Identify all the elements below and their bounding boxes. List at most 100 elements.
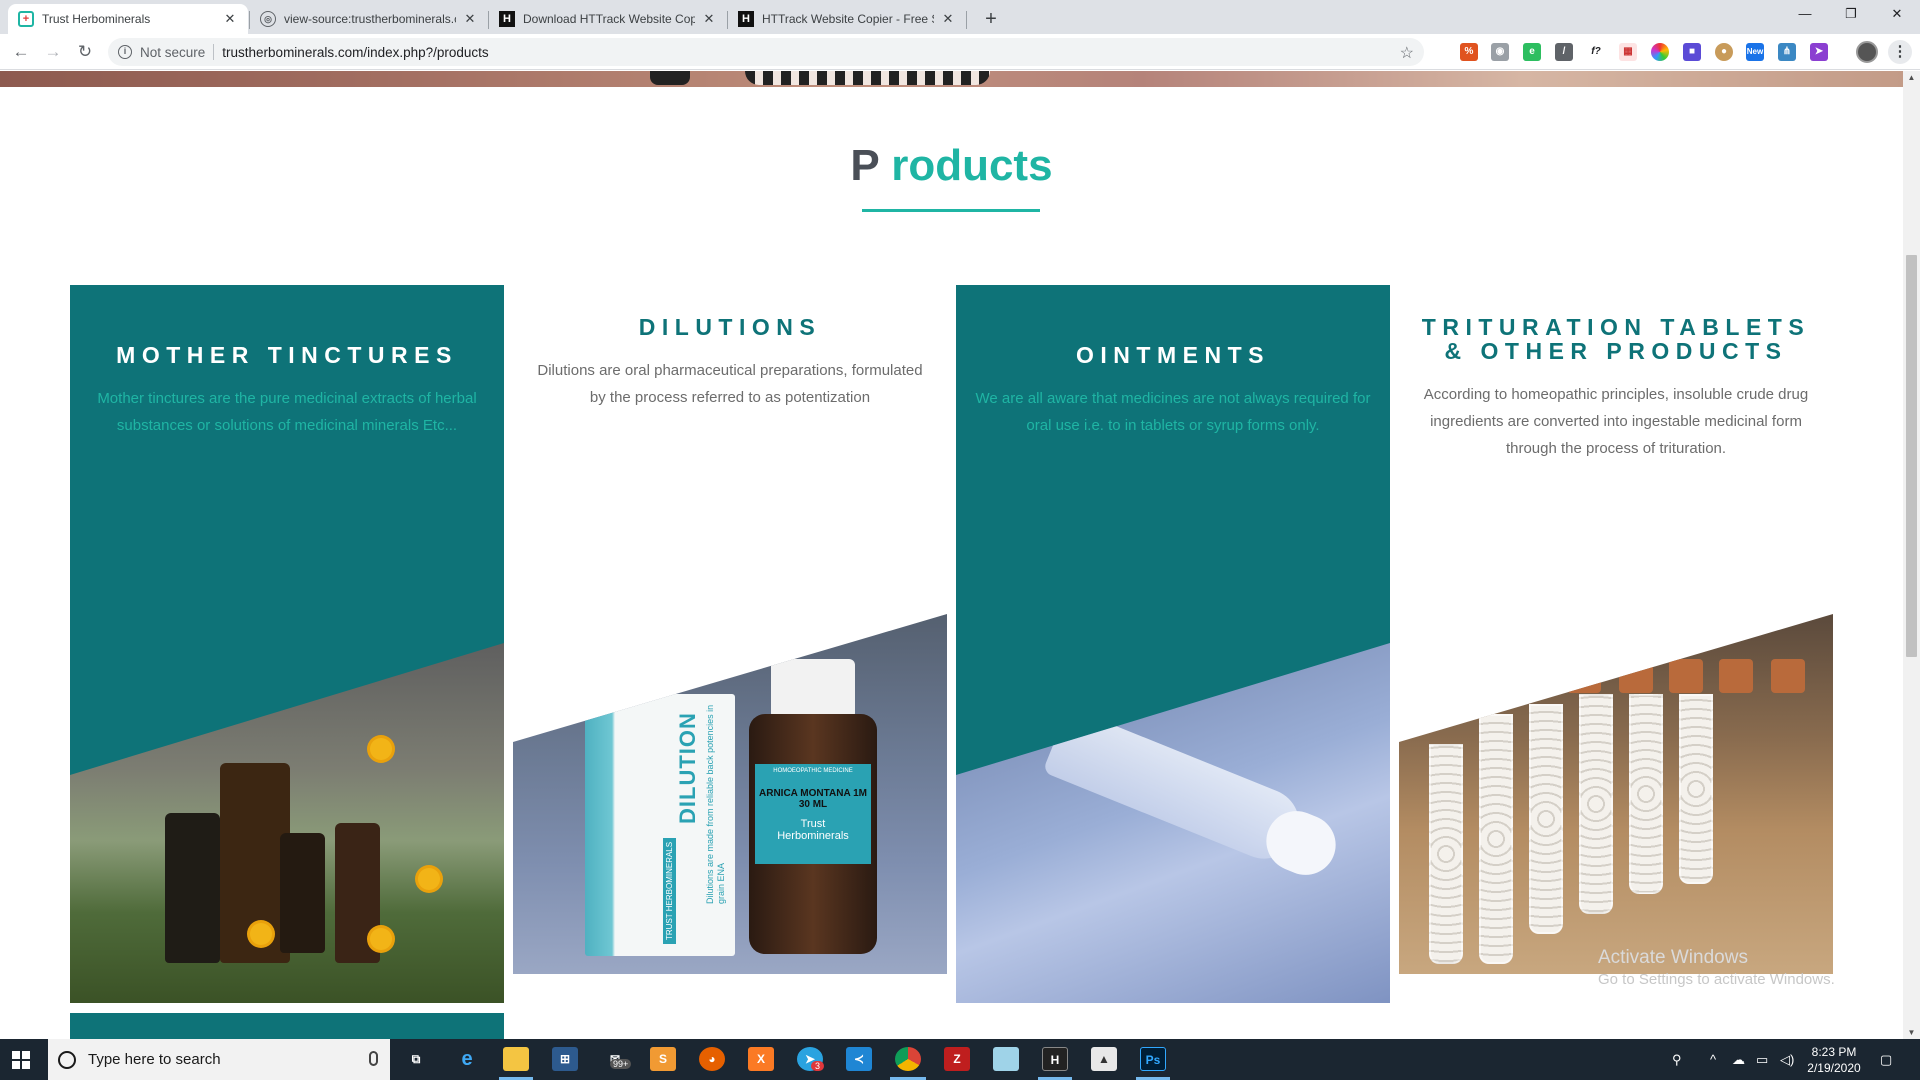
close-icon[interactable]: ✕ <box>940 11 956 27</box>
edge-icon[interactable]: e <box>454 1047 480 1071</box>
calendar-icon[interactable]: ▦ <box>1619 43 1637 61</box>
dilution-bottle: HOMOEOPATHIC MEDICINE ARNICA MONTANA 1M … <box>749 714 877 954</box>
address-bar[interactable]: i Not secure trustherbominerals.com/inde… <box>108 38 1424 66</box>
tab-view-source[interactable]: ◎ view-source:trustherbominerals.c ✕ <box>250 4 488 34</box>
notifications-icon[interactable]: ▢ <box>1880 1039 1892 1080</box>
title-underline <box>862 209 1040 212</box>
tab-httrack-copier[interactable]: H HTTrack Website Copier - Free Sc ✕ <box>728 4 966 34</box>
vial-shape <box>1679 694 1713 884</box>
xampp-icon[interactable]: X <box>748 1047 774 1071</box>
close-icon[interactable]: ✕ <box>701 11 717 27</box>
file-explorer-icon[interactable] <box>503 1047 529 1071</box>
card-description: Dilutions are oral pharmaceutical prepar… <box>537 362 923 406</box>
notepad-icon[interactable] <box>993 1047 1019 1071</box>
send-icon[interactable]: ➤ <box>1810 43 1828 61</box>
photos-icon[interactable]: ▲ <box>1091 1047 1117 1071</box>
card-title: TRITURATION TABLETS & OTHER PRODUCTS <box>1421 314 1811 364</box>
tab-divider <box>966 11 967 29</box>
httrack-taskbar-icon[interactable]: H <box>1042 1047 1068 1071</box>
vial-shape <box>1579 694 1613 914</box>
microphone-icon[interactable] <box>369 1051 378 1066</box>
browser-tab-strip: + Trust Herbominerals ✕ ◎ view-source:tr… <box>0 0 1920 34</box>
product-card-dilutions[interactable]: DILUTIONS Dilutions are oral pharmaceuti… <box>513 285 947 975</box>
restore-button[interactable]: ❐ <box>1828 0 1874 30</box>
scroll-down-arrow-icon[interactable]: ▼ <box>1907 1028 1916 1037</box>
cork-shape <box>1719 659 1753 693</box>
url-text[interactable]: trustherbominerals.com/index.php?/produc… <box>222 45 488 60</box>
window-close-button[interactable]: ✕ <box>1874 0 1920 30</box>
onedrive-icon[interactable]: ☁ <box>1732 1039 1745 1080</box>
card-description: According to homeopathic principles, ins… <box>1423 386 1809 457</box>
photoshop-icon[interactable]: Ps <box>1140 1047 1166 1071</box>
eyedropper-icon[interactable]: / <box>1555 43 1573 61</box>
forward-button[interactable]: → <box>42 41 64 63</box>
chrome-icon[interactable] <box>895 1047 921 1071</box>
extension-icon-1[interactable]: % <box>1460 43 1478 61</box>
page-viewport: P roducts MOTHER TINCTURES Mother tinctu… <box>0 71 1903 1039</box>
sitemap-icon[interactable]: ⋔ <box>1778 43 1796 61</box>
windows-activation-watermark: Activate Windows Go to Settings to activ… <box>1598 947 1835 988</box>
sublime-text-icon[interactable]: S <box>650 1047 676 1071</box>
card-title: MOTHER TINCTURES <box>116 342 458 368</box>
people-icon[interactable]: ⚲ <box>1672 1039 1682 1080</box>
vial-shape <box>1429 744 1463 964</box>
security-label: Not secure <box>140 44 206 60</box>
trust-herbominerals-favicon: + <box>18 11 34 27</box>
evernote-icon[interactable]: e <box>1523 43 1541 61</box>
font-icon[interactable]: f? <box>1587 43 1605 61</box>
tab-trust-herbominerals[interactable]: + Trust Herbominerals ✕ <box>8 4 248 34</box>
page-scrollbar[interactable]: ▲ ▼ <box>1903 71 1920 1039</box>
product-card-ointments[interactable]: OINTMENTS We are all aware that medicine… <box>956 285 1390 1003</box>
avatar[interactable] <box>1856 41 1878 63</box>
cookie-icon[interactable]: ● <box>1715 43 1733 61</box>
firefox-icon[interactable]: ◕ <box>699 1047 725 1071</box>
flower-shape <box>370 738 392 760</box>
show-hidden-icons-icon[interactable]: ^ <box>1710 1039 1716 1080</box>
httrack-icon: H <box>499 11 515 27</box>
bookmark-star-icon[interactable]: ☆ <box>1400 43 1414 63</box>
hero-decoration <box>745 71 990 85</box>
close-icon[interactable]: ✕ <box>462 11 478 27</box>
minimize-button[interactable]: — <box>1782 0 1828 30</box>
omnibox-divider <box>213 44 215 60</box>
filezilla-icon[interactable]: Z <box>944 1047 970 1071</box>
info-icon[interactable]: i <box>118 45 132 59</box>
store-icon[interactable]: ⊞ <box>552 1047 578 1071</box>
product-card-trituration-tablets[interactable]: TRITURATION TABLETS & OTHER PRODUCTS Acco… <box>1399 285 1833 975</box>
bottle-label: HOMOEOPATHIC MEDICINE ARNICA MONTANA 1M … <box>755 764 871 864</box>
windows-start-icon[interactable] <box>12 1051 30 1069</box>
ointment-tube-photo <box>956 643 1390 1003</box>
color-wheel-icon[interactable] <box>1651 43 1669 61</box>
vscode-icon[interactable]: ≺ <box>846 1047 872 1071</box>
extension-icon-8[interactable]: ■ <box>1683 43 1701 61</box>
network-icon[interactable]: ▭ <box>1756 1039 1768 1080</box>
clock-date: 2/19/2020 <box>1807 1061 1861 1075</box>
task-view-icon[interactable]: ⧉ <box>403 1047 429 1071</box>
system-clock[interactable]: 8:23 PM 2/19/2020 <box>1798 1044 1870 1076</box>
dilution-box-label: DILUTION <box>675 712 700 824</box>
product-card-mother-tinctures[interactable]: MOTHER TINCTURES Mother tinctures are th… <box>70 285 504 1003</box>
flower-shape <box>250 923 272 945</box>
scroll-up-arrow-icon[interactable]: ▲ <box>1907 73 1916 82</box>
mail-badge: 99+ <box>610 1059 632 1069</box>
more-menu-icon[interactable]: ⋮ <box>1888 40 1912 64</box>
dilution-bottle-box-photo: DILUTION Dilutions are made from reliabl… <box>513 614 947 974</box>
volume-icon[interactable]: ◁) <box>1780 1039 1794 1080</box>
product-card-next[interactable] <box>70 1013 504 1039</box>
tab-download-httrack[interactable]: H Download HTTrack Website Copi ✕ <box>489 4 727 34</box>
close-icon[interactable]: ✕ <box>222 11 238 27</box>
cork-shape <box>1771 659 1805 693</box>
reload-button[interactable]: ↻ <box>74 41 96 63</box>
bottle-shape <box>165 813 220 963</box>
page-title: P roducts <box>850 141 1053 190</box>
bottle-shape <box>280 833 325 953</box>
taskbar-search-input[interactable]: Type here to search <box>48 1039 390 1080</box>
back-button[interactable]: ← <box>10 41 32 63</box>
camera-icon[interactable]: ◉ <box>1491 43 1509 61</box>
tab-title: HTTrack Website Copier - Free Sc <box>762 12 934 26</box>
windows-taskbar: Type here to search ⧉ e ⊞ ✉ 99+ S ◕ X ➤ … <box>0 1039 1920 1080</box>
scrollbar-thumb[interactable] <box>1906 255 1917 657</box>
new-tab-button[interactable]: + <box>978 6 1004 32</box>
card-description: Mother tinctures are the pure medicinal … <box>97 390 477 434</box>
new-badge-icon[interactable]: New <box>1746 43 1764 61</box>
